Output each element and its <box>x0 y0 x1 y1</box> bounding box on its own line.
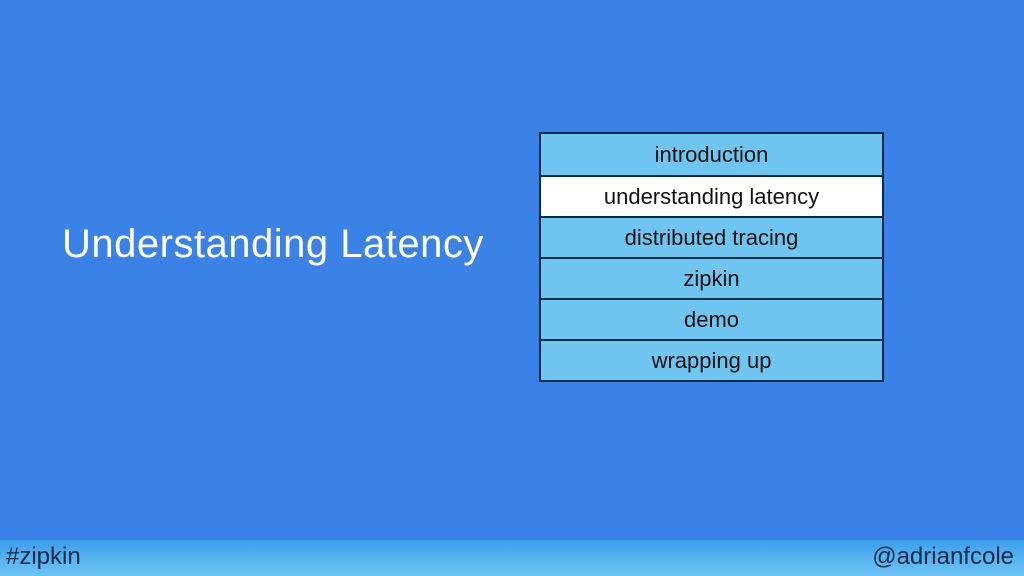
agenda-item-introduction: introduction <box>541 134 882 175</box>
agenda-item-distributed-tracing: distributed tracing <box>541 216 882 257</box>
agenda-item-wrapping-up: wrapping up <box>541 339 882 380</box>
agenda-box: introduction understanding latency distr… <box>539 132 884 382</box>
slide-title: Understanding Latency <box>62 222 484 267</box>
agenda-item-demo: demo <box>541 298 882 339</box>
agenda-item-zipkin: zipkin <box>541 257 882 298</box>
footer-bar: #zipkin @adrianfcole <box>0 540 1024 576</box>
footer-handle: @adrianfcole <box>872 543 1014 571</box>
footer-hashtag: #zipkin <box>6 543 81 571</box>
agenda-item-understanding-latency: understanding latency <box>541 175 882 216</box>
